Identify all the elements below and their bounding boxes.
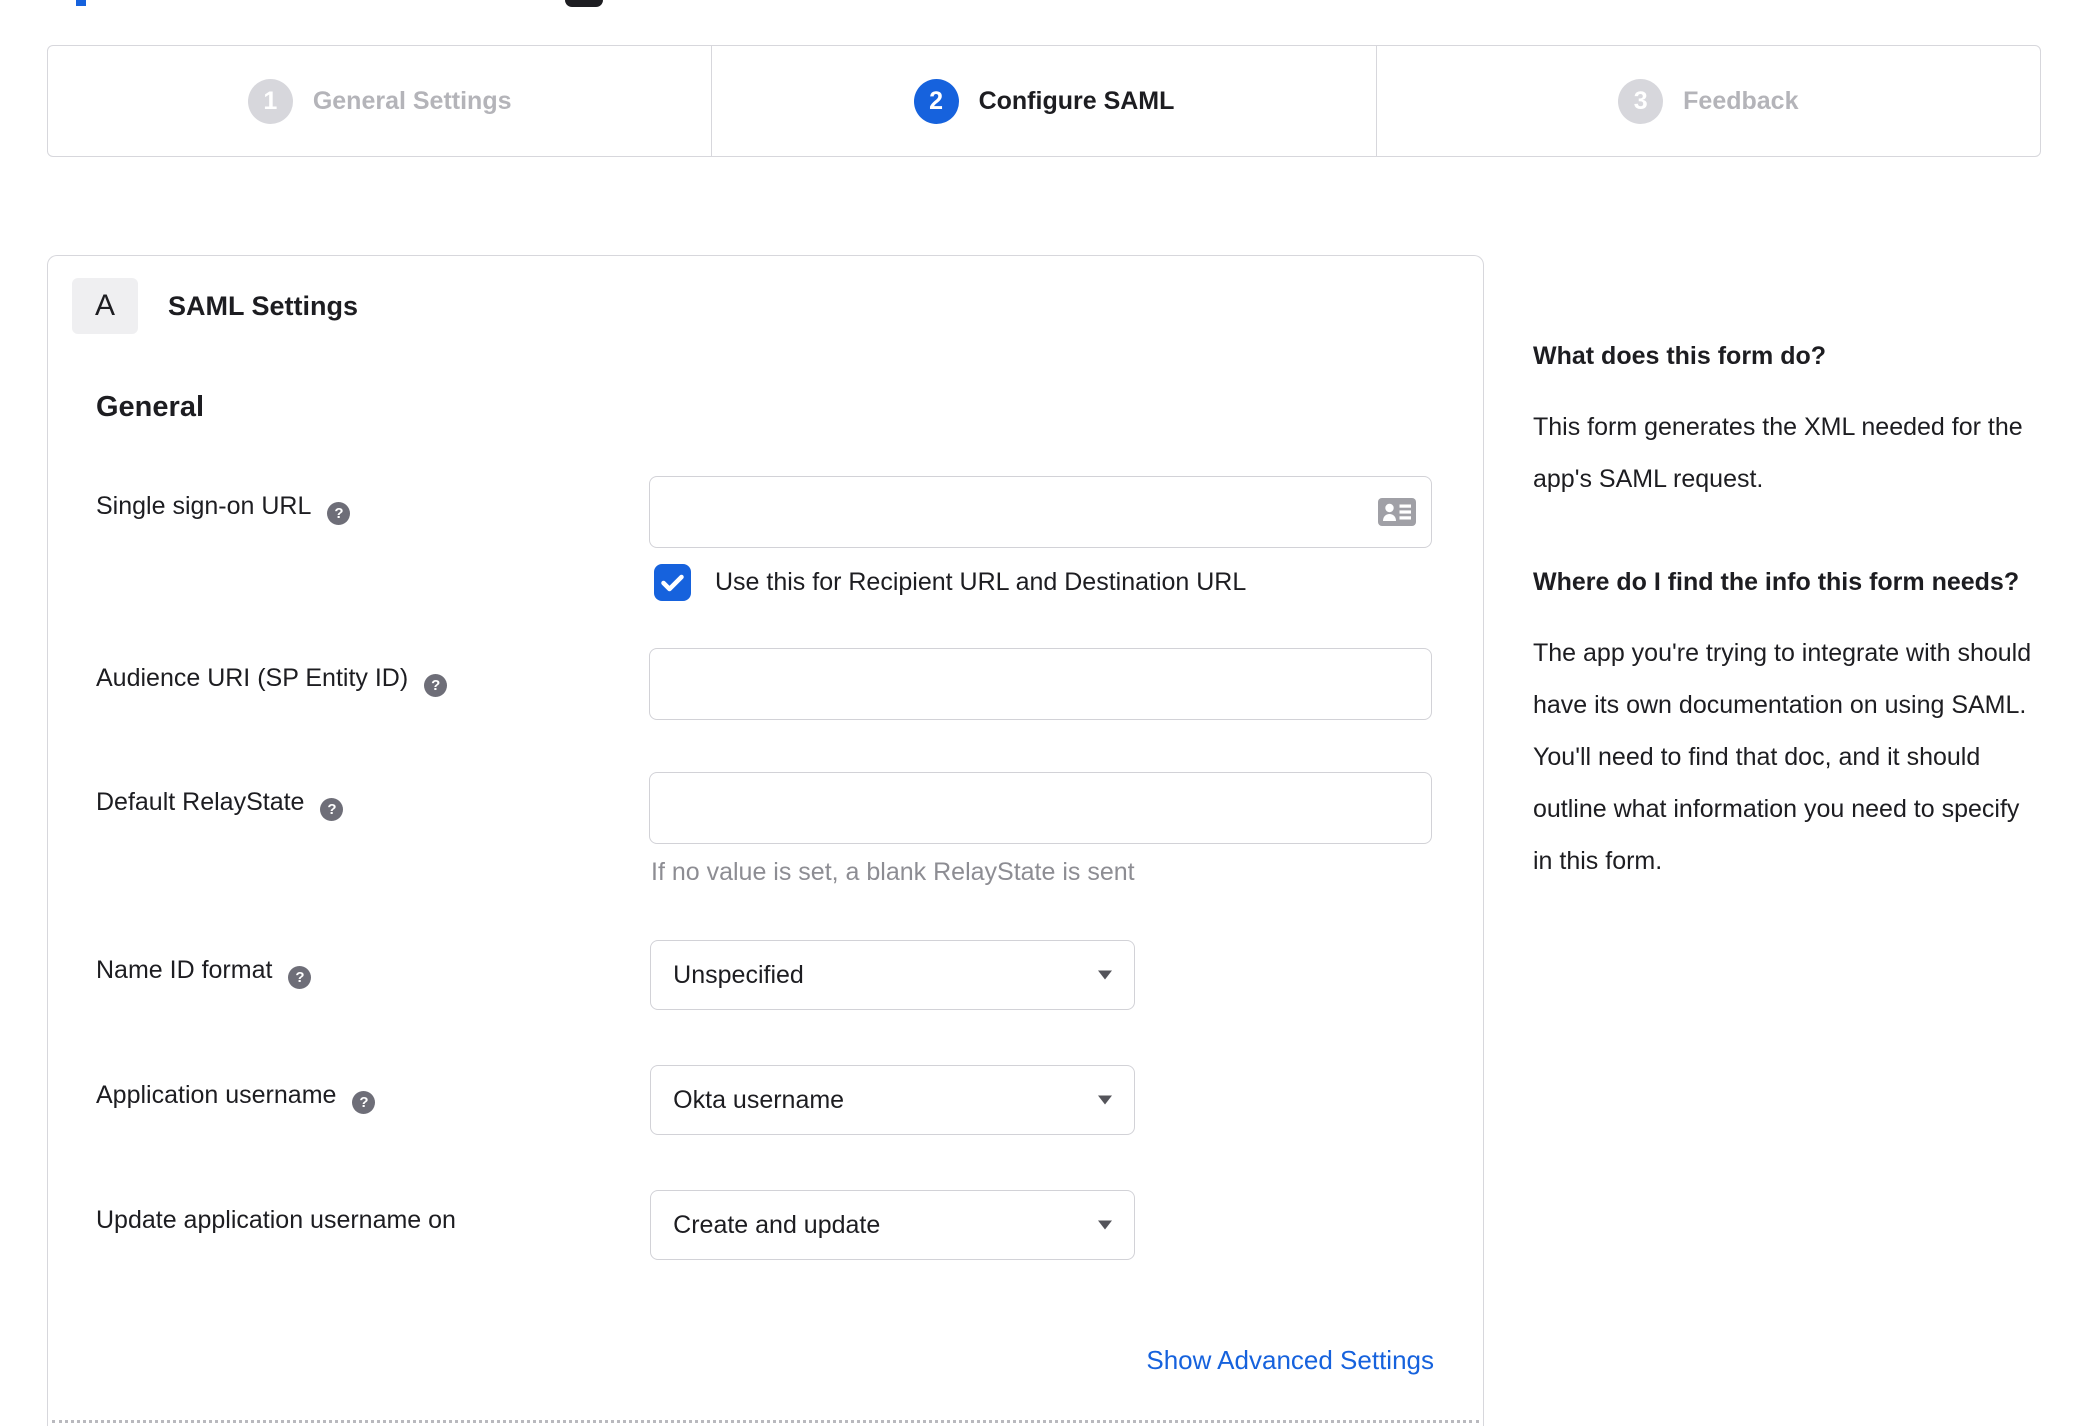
name-id-format-select[interactable]: Unspecified — [650, 940, 1136, 1010]
help-icon[interactable]: ? — [288, 966, 312, 989]
sidebar-heading-where: Where do I find the info this form needs… — [1533, 568, 2020, 596]
field-label-sso-url: Single sign-on URL? — [96, 476, 649, 525]
update-username-on-select[interactable]: Create and update — [650, 1190, 1136, 1260]
app-logo-fragment — [565, 0, 603, 7]
step-label: General Settings — [312, 86, 512, 115]
step-number-badge: 2 — [913, 78, 959, 124]
recipient-url-checkbox-row: Use this for Recipient URL and Destinati… — [649, 564, 1432, 601]
saml-settings-panel: A SAML Settings General Single sign-on U… — [47, 255, 1484, 1426]
help-icon[interactable]: ? — [352, 1091, 376, 1114]
form-row: Audience URI (SP Entity ID)? — [96, 648, 1432, 720]
form-row: Name ID format? Unspecified — [96, 940, 1432, 1010]
dotted-divider — [52, 1420, 1479, 1423]
sso-url-input[interactable] — [649, 476, 1432, 548]
field-label-audience-uri: Audience URI (SP Entity ID)? — [96, 648, 649, 697]
help-icon[interactable]: ? — [424, 674, 448, 697]
audience-uri-input[interactable] — [649, 648, 1432, 720]
step-configure-saml[interactable]: 2 Configure SAML — [711, 46, 1375, 156]
step-feedback[interactable]: 3 Feedback — [1375, 46, 2040, 156]
form-row: Default RelayState? If no value is set, … — [96, 772, 1432, 887]
form-row: Update application username on Create an… — [96, 1190, 1432, 1260]
step-label: Feedback — [1683, 86, 1799, 115]
section-header: A SAML Settings — [48, 256, 1483, 334]
form-row: Application username? Okta username — [96, 1065, 1432, 1135]
step-number-badge: 1 — [247, 78, 293, 124]
contact-card-icon — [1378, 498, 1416, 526]
help-icon[interactable]: ? — [320, 798, 344, 821]
sidebar-body-where: The app you're trying to integrate with … — [1533, 639, 2032, 875]
help-icon[interactable]: ? — [327, 502, 351, 525]
field-label-name-id-format: Name ID format? — [96, 940, 650, 989]
okta-logo-fragment — [76, 0, 86, 6]
step-general-settings[interactable]: 1 General Settings — [48, 46, 711, 156]
step-label: Configure SAML — [978, 86, 1175, 115]
select-value: Create and update — [673, 1210, 881, 1239]
form-row: Single sign-on URL? Use this for Recipie… — [96, 476, 1432, 601]
checkmark-icon — [661, 574, 684, 591]
field-label-default-relaystate: Default RelayState? — [96, 772, 649, 821]
chevron-down-icon — [1098, 970, 1113, 980]
field-label-update-username-on: Update application username on — [96, 1206, 456, 1234]
chevron-down-icon — [1098, 1095, 1113, 1105]
show-advanced-settings-link[interactable]: Show Advanced Settings — [1146, 1345, 1434, 1375]
sidebar-heading-what: What does this form do? — [1533, 342, 1827, 370]
advanced-settings-row: Show Advanced Settings — [96, 1345, 1434, 1376]
checkbox-label: Use this for Recipient URL and Destinati… — [715, 568, 1247, 596]
application-username-select[interactable]: Okta username — [650, 1065, 1136, 1135]
wizard-stepper: 1 General Settings 2 Configure SAML 3 Fe… — [47, 45, 2041, 157]
recipient-url-checkbox[interactable] — [654, 564, 691, 601]
step-number-badge: 3 — [1618, 78, 1664, 124]
help-sidebar: What does this form do? This form genera… — [1533, 333, 2038, 887]
sidebar-body-what: This form generates the XML needed for t… — [1533, 413, 2023, 493]
select-value: Unspecified — [673, 960, 804, 989]
section-title: SAML Settings — [168, 290, 359, 321]
field-label-application-username: Application username? — [96, 1065, 650, 1114]
section-badge-a: A — [72, 278, 138, 334]
relaystate-hint-text: If no value is set, a blank RelayState i… — [651, 858, 1135, 886]
default-relaystate-input[interactable] — [649, 772, 1432, 844]
chevron-down-icon — [1098, 1220, 1113, 1230]
select-value: Okta username — [673, 1085, 845, 1114]
group-heading-general: General — [96, 391, 204, 423]
